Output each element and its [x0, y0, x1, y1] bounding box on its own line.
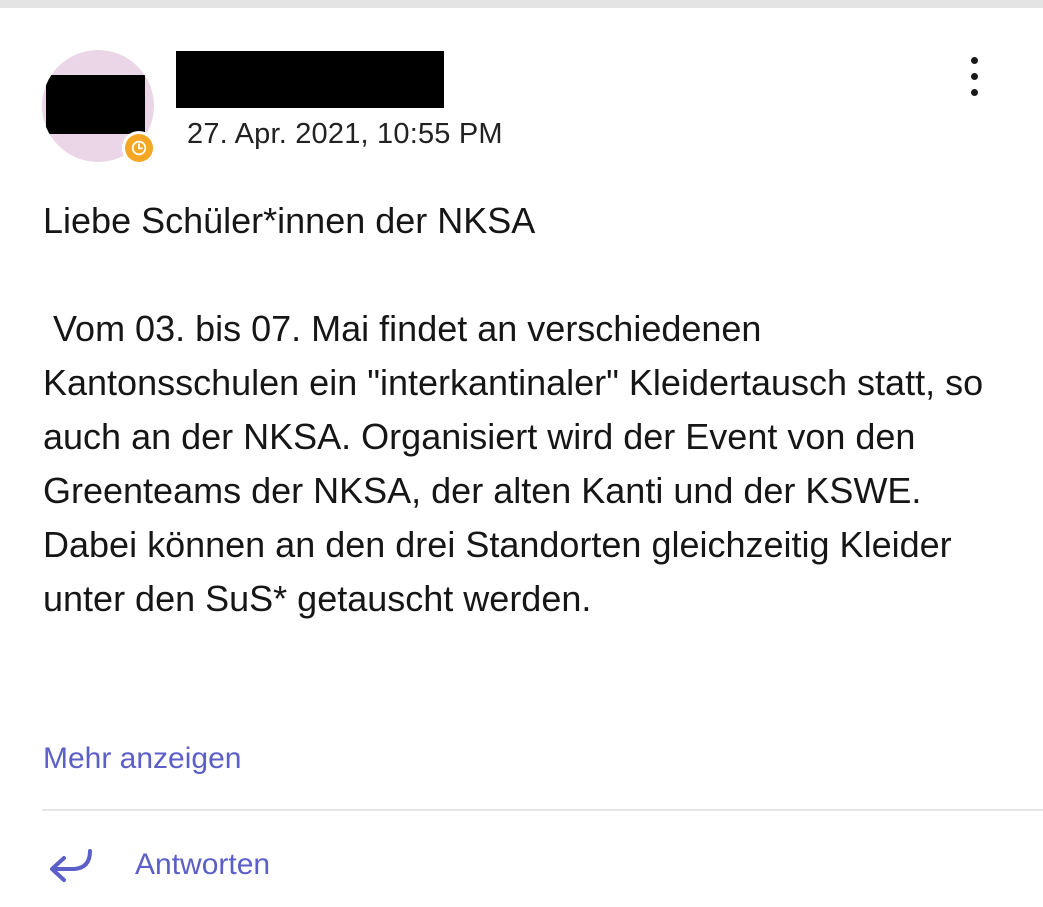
- show-more-link[interactable]: Mehr anzeigen: [43, 742, 241, 776]
- more-vertical-icon: [970, 56, 978, 64]
- status-badge: [122, 131, 156, 165]
- post-timestamp: 27. Apr. 2021, 10:55 PM: [187, 118, 503, 150]
- clock-icon: [125, 134, 153, 162]
- message-body: Liebe Schüler*innen der NKSA Vom 03. bis…: [43, 194, 1003, 626]
- reply-label: Antworten: [135, 848, 271, 881]
- author-name-redacted[interactable]: [176, 51, 444, 108]
- top-separator: [0, 0, 1043, 8]
- message-paragraph: Vom 03. bis 07. Mai findet an verschiede…: [43, 308, 994, 619]
- divider: [42, 809, 1043, 811]
- more-vertical-icon: [970, 88, 978, 96]
- more-vertical-icon: [970, 72, 978, 80]
- author-avatar-wrapper[interactable]: [42, 50, 156, 165]
- reply-button[interactable]: Antworten: [44, 840, 270, 890]
- more-options-button[interactable]: [952, 48, 996, 104]
- avatar-redaction: [46, 75, 145, 134]
- message-card: 27. Apr. 2021, 10:55 PM Liebe Schüler*in…: [0, 8, 1043, 907]
- reply-arrow-icon: [44, 845, 100, 885]
- message-greeting: Liebe Schüler*innen der NKSA: [43, 200, 536, 241]
